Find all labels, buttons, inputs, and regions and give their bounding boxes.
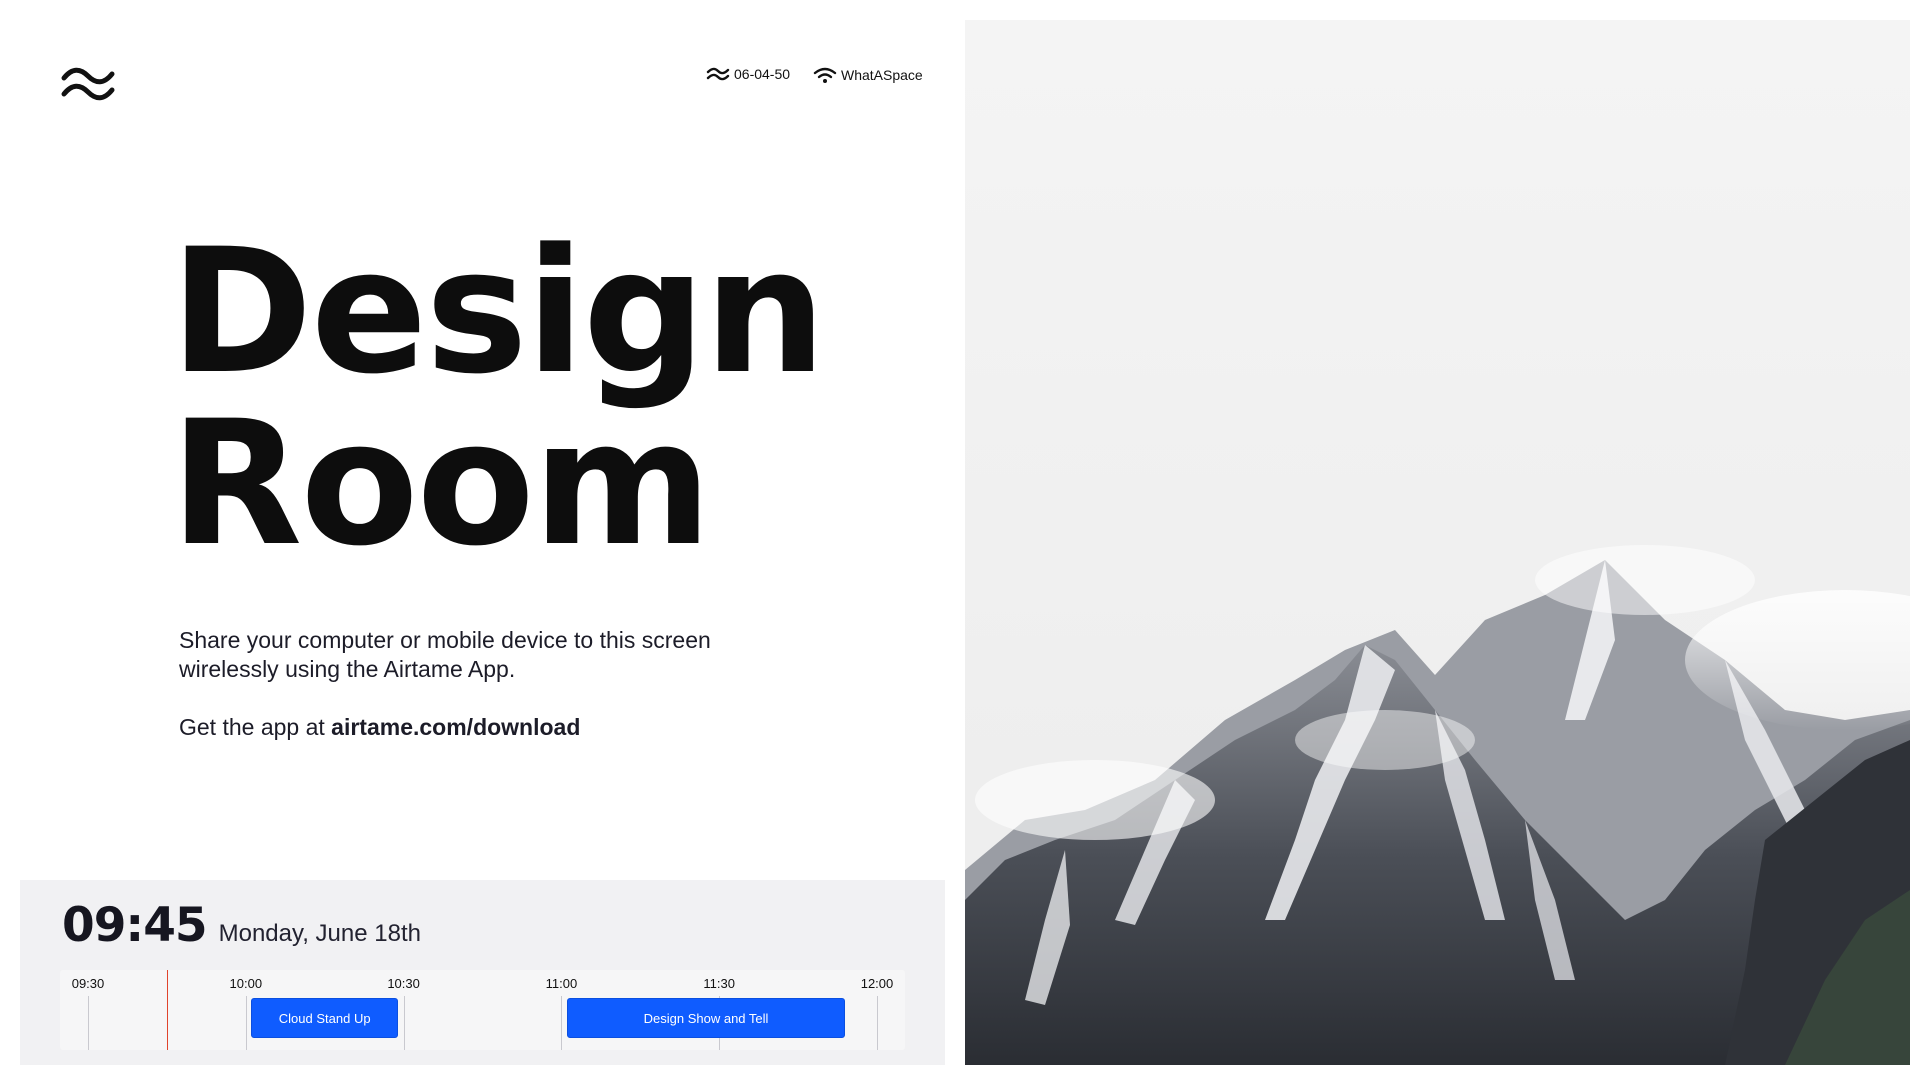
device-code: 06-04-50 bbox=[734, 66, 791, 82]
clock-time: 09:45 bbox=[62, 898, 208, 953]
calendar-event[interactable]: Design Show and Tell bbox=[566, 998, 846, 1038]
schedule-panel: 09:45 Monday, June 18th 09:30 10:00 10:30 1… bbox=[20, 880, 945, 1065]
clock-date: Monday, June 18th bbox=[218, 920, 421, 947]
timeline-tick-label: 11:00 bbox=[545, 976, 578, 991]
network-status: WhatASpace bbox=[813, 66, 923, 84]
timeline-tick-line bbox=[561, 996, 563, 1050]
instructions-text: Share your computer or mobile device to … bbox=[179, 627, 711, 682]
waves-icon bbox=[706, 66, 730, 82]
room-title-line1: Design bbox=[170, 211, 826, 412]
calendar-event[interactable]: Cloud Stand Up bbox=[251, 998, 399, 1038]
get-app-prefix: Get the app at bbox=[179, 714, 332, 740]
instructions: Share your computer or mobile device to … bbox=[179, 626, 739, 742]
timeline-tick-line bbox=[877, 996, 878, 1050]
timeline-tick-line bbox=[88, 996, 89, 1050]
current-time-indicator bbox=[166, 970, 168, 1050]
network-name: WhatASpace bbox=[841, 67, 923, 83]
timeline-tick-label: 11:30 bbox=[703, 976, 735, 991]
calendar-timeline: 09:30 10:00 10:30 11:00 11:30 12:00 Cloud Stan… bbox=[60, 970, 905, 1050]
background-photo-mountains bbox=[965, 20, 1910, 1065]
left-panel: 06-04-50 WhatASpace Design Room Share yo… bbox=[0, 0, 965, 1080]
timeline-tick-label: 09:30 bbox=[71, 976, 105, 991]
clock: 09:45 Monday, June 18th bbox=[62, 898, 421, 953]
timeline-tick-label: 10:30 bbox=[387, 976, 420, 991]
download-link[interactable]: airtame.com/download bbox=[331, 714, 580, 740]
timeline-tick-line bbox=[403, 996, 405, 1050]
get-app-line: Get the app at airtame.com/download bbox=[179, 713, 739, 742]
timeline-tick-label: 12:00 bbox=[860, 976, 894, 991]
room-title-line2: Room bbox=[170, 383, 712, 584]
device-id: 06-04-50 bbox=[706, 66, 790, 82]
status-bar: 06-04-50 WhatASpace bbox=[0, 66, 965, 90]
timeline-tick-line bbox=[245, 996, 247, 1050]
wifi-icon bbox=[813, 66, 837, 84]
timeline-tick-label: 10:00 bbox=[229, 976, 263, 991]
airtame-home-screen: 06-04-50 WhatASpace Design Room Share yo… bbox=[0, 0, 1920, 1080]
room-title: Design Room bbox=[170, 226, 890, 570]
